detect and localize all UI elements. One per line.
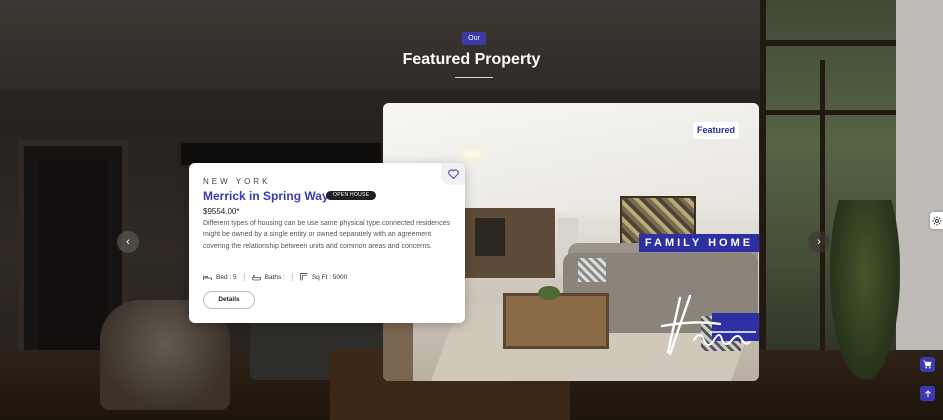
- gear-icon: [932, 216, 941, 225]
- section-badge: Our: [462, 32, 486, 45]
- title-divider: [455, 77, 493, 78]
- cart-button[interactable]: [920, 357, 935, 372]
- family-home-label: FAMILY HOME: [639, 234, 759, 252]
- property-features: Bed : 5 Baths : Sq Ft : 5000: [203, 273, 347, 281]
- bath-icon: [251, 274, 261, 280]
- bath-count: Baths :: [264, 273, 285, 281]
- status-badge: OPEN HOUSE: [326, 191, 377, 200]
- home-script-logo: [660, 294, 756, 356]
- ceiling-lamp: [463, 150, 481, 158]
- sqft-value: Sq Ft : 5000: [311, 273, 348, 281]
- settings-button[interactable]: [930, 212, 943, 229]
- feature-baths: Baths :: [251, 273, 285, 281]
- property-price: $9554.00*: [203, 207, 240, 216]
- property-title[interactable]: Merrick in Spring Way: [203, 189, 329, 203]
- property-card: NEW YORK Merrick in Spring Way OPEN HOUS…: [189, 163, 465, 323]
- cart-icon: [923, 360, 932, 369]
- chevron-left-icon: ‹: [126, 236, 130, 248]
- arrow-up-icon: [924, 389, 931, 397]
- back-to-top-button[interactable]: [920, 386, 935, 401]
- chevron-right-icon: ›: [817, 236, 821, 248]
- details-button[interactable]: Details: [203, 291, 255, 309]
- feature-sqft: Sq Ft : 5000: [300, 273, 347, 281]
- section-title: Featured Property: [402, 51, 541, 68]
- property-description: Different types of housing can be use sa…: [203, 220, 450, 250]
- feature-bed: Bed : 5: [203, 274, 237, 281]
- carousel-next-button[interactable]: ›: [808, 231, 830, 253]
- heart-icon: [447, 169, 459, 179]
- property-city: NEW YORK: [203, 177, 271, 186]
- bed-icon: [203, 275, 212, 280]
- featured-tag: Featured: [693, 122, 739, 139]
- favorite-button[interactable]: [441, 163, 465, 185]
- carousel-prev-button[interactable]: ‹: [117, 231, 139, 253]
- area-icon: [300, 273, 308, 281]
- bed-count: Bed : 5: [216, 273, 237, 281]
